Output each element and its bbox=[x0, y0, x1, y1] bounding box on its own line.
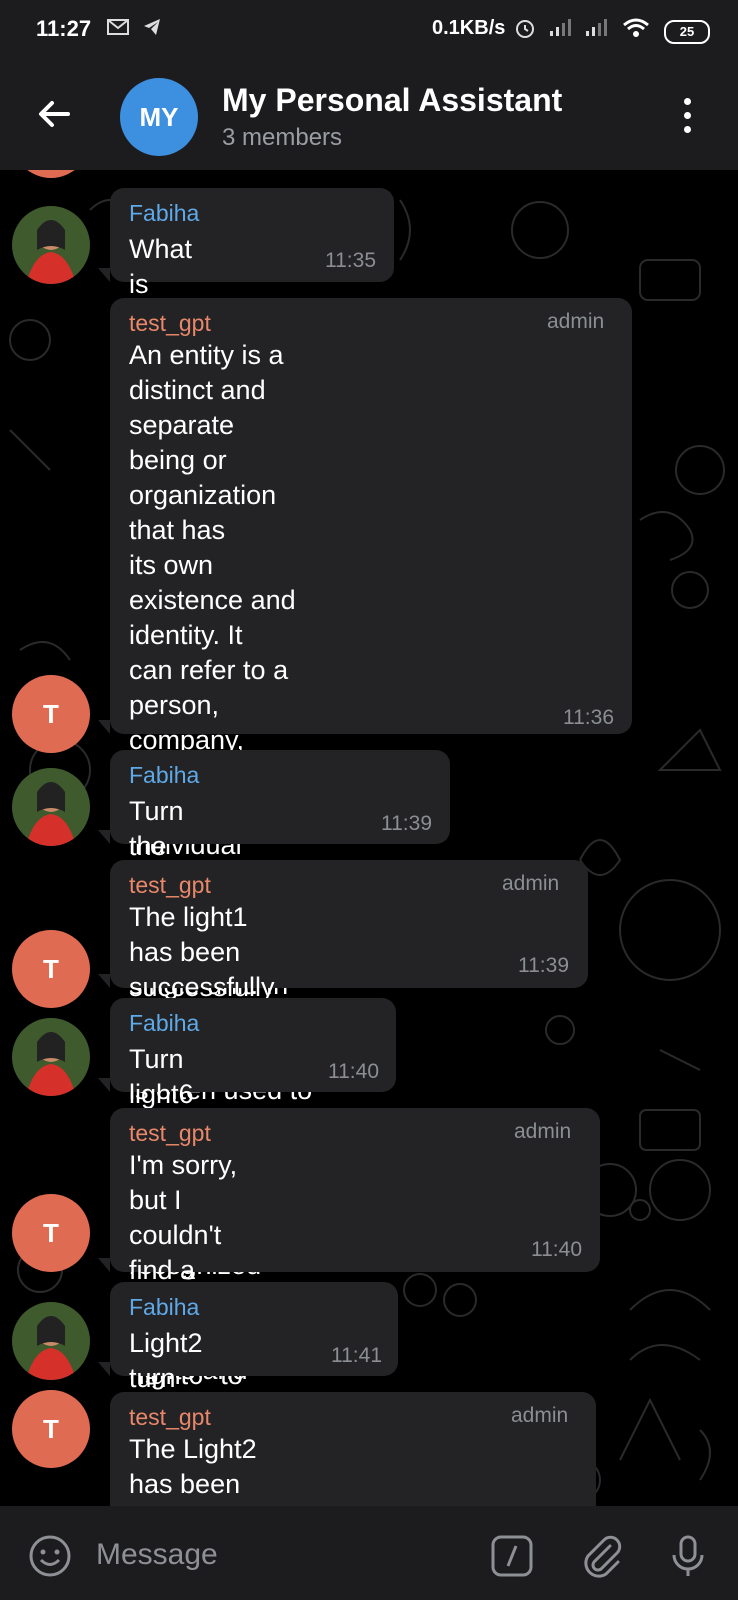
sender-name[interactable]: Fabiha bbox=[129, 200, 199, 227]
status-bar: 11:27 0.1KB/s 25 bbox=[0, 0, 738, 62]
bot-avatar[interactable]: T bbox=[12, 1390, 90, 1468]
battery-icon: 25 bbox=[664, 20, 710, 44]
sender-name[interactable]: Fabiha bbox=[129, 1010, 199, 1037]
admin-badge: admin bbox=[502, 872, 560, 895]
telegram-icon bbox=[142, 17, 162, 43]
sender-name[interactable]: test_gpt bbox=[129, 1120, 211, 1147]
message-time: 11:40 bbox=[328, 1060, 379, 1083]
emoji-icon[interactable] bbox=[28, 1534, 72, 1583]
bot-avatar[interactable]: T bbox=[12, 930, 90, 1008]
sender-name[interactable]: test_gpt bbox=[129, 310, 211, 337]
message-time: 11:41 bbox=[331, 1344, 382, 1367]
admin-badge: admin bbox=[547, 310, 605, 333]
sender-name[interactable]: Fabiha bbox=[129, 1294, 199, 1321]
more-menu-icon[interactable] bbox=[680, 98, 694, 138]
status-time: 11:27 bbox=[36, 16, 92, 41]
user-avatar[interactable] bbox=[12, 1018, 90, 1096]
network-speed: 0.1KB/s bbox=[432, 17, 506, 39]
message-list[interactable]: Fabiha What is entity 11:35 T test_gpt a… bbox=[0, 170, 738, 1506]
message-input-bar: Message bbox=[0, 1506, 738, 1600]
bot-avatar[interactable]: T bbox=[12, 1194, 90, 1272]
sender-name[interactable]: test_gpt bbox=[129, 872, 211, 899]
back-arrow-icon[interactable] bbox=[34, 94, 74, 134]
microphone-icon[interactable] bbox=[670, 1534, 706, 1583]
admin-badge: admin bbox=[514, 1120, 572, 1143]
user-avatar[interactable] bbox=[12, 1302, 90, 1380]
message-text: The Light2 has been successfully bbox=[129, 1434, 275, 1506]
gmail-icon bbox=[106, 17, 130, 43]
wifi-icon bbox=[622, 17, 650, 45]
sender-name[interactable]: Fabiha bbox=[129, 762, 199, 789]
chat-header: MY My Personal Assistant 3 members bbox=[0, 62, 738, 170]
user-avatar[interactable] bbox=[12, 206, 90, 284]
member-count: 3 members bbox=[222, 124, 343, 151]
message-time: 11:39 bbox=[381, 812, 432, 835]
message-time: 11:40 bbox=[531, 1238, 582, 1261]
group-avatar[interactable]: MY bbox=[120, 78, 198, 156]
signal-icon-1 bbox=[548, 17, 574, 43]
user-avatar[interactable] bbox=[12, 768, 90, 846]
chat-title[interactable]: My Personal Assistant bbox=[222, 82, 562, 119]
attach-icon[interactable] bbox=[580, 1534, 624, 1583]
bot-commands-icon[interactable] bbox=[490, 1534, 534, 1583]
bot-avatar[interactable]: T bbox=[12, 675, 90, 753]
message-time: 11:39 bbox=[518, 954, 569, 977]
admin-badge: admin bbox=[511, 1404, 569, 1427]
signal-icon-2 bbox=[584, 17, 610, 43]
message-input[interactable]: Message bbox=[96, 1538, 218, 1572]
alarm-icon bbox=[514, 17, 536, 45]
message-time: 11:35 bbox=[325, 249, 376, 272]
message-time: 11:36 bbox=[563, 706, 614, 729]
sender-name[interactable]: test_gpt bbox=[129, 1404, 211, 1431]
